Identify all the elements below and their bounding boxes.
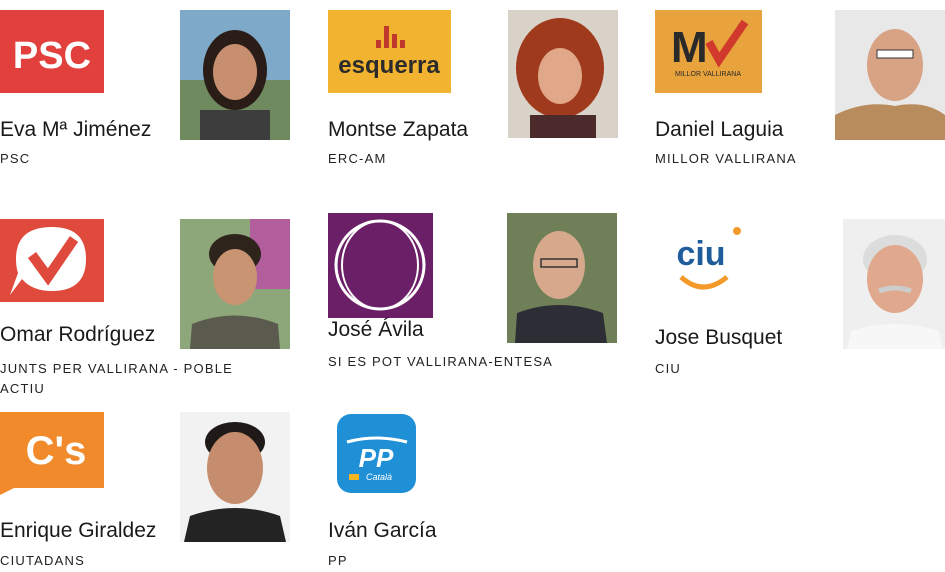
- psc-logo: PSC: [0, 10, 104, 93]
- candidate-party: JUNTS PER VALLIRANA - POBLE: [0, 361, 233, 376]
- candidate-photo: [835, 10, 945, 140]
- svg-text:C's: C's: [26, 429, 87, 473]
- candidate-party: CIU: [655, 361, 681, 376]
- svg-text:Català: Català: [366, 472, 392, 482]
- millor-vallirana-logo: M MILLOR VALLIRANA: [655, 10, 762, 93]
- candidate-photo: [508, 10, 618, 138]
- candidate-photo: [180, 10, 290, 140]
- erc-logo: esquerra: [328, 10, 451, 93]
- ciutadans-logo: C's: [0, 412, 104, 495]
- candidate-photo: [180, 412, 290, 542]
- candidate-party-continued: ACTIU: [0, 381, 45, 396]
- candidate-party: PP: [328, 553, 348, 568]
- candidate-photo: [843, 219, 945, 349]
- candidate-name: Omar Rodríguez: [0, 323, 156, 346]
- candidate-photo: [180, 219, 290, 349]
- candidate-name: Iván García: [328, 519, 437, 542]
- candidate-party: SI ES POT VALLIRANA-ENTESA: [328, 354, 554, 369]
- candidate-name: Jose Busquet: [655, 326, 783, 349]
- svg-text:PSC: PSC: [13, 35, 91, 77]
- ciu-smile-logo: ciu: [655, 219, 760, 302]
- svg-text:ciu: ciu: [676, 235, 725, 273]
- candidate-party: ERC-AM: [328, 151, 387, 166]
- candidate-party: CIUTADANS: [0, 553, 85, 568]
- candidate-party: MILLOR VALLIRANA: [655, 151, 797, 166]
- candidate-name: Enrique Giraldez: [0, 519, 157, 542]
- candidate-name: José Ávila: [328, 318, 424, 341]
- pp-logo: PP Català: [335, 412, 418, 495]
- svg-text:M: M: [671, 23, 708, 72]
- candidate-name: Eva Mª Jiménez: [0, 118, 152, 141]
- candidate-party: PSC: [0, 151, 31, 166]
- svg-text:esquerra: esquerra: [338, 52, 440, 79]
- candidate-photo: [507, 213, 617, 343]
- podem-circles-logo: [328, 213, 433, 318]
- candidate-name: Daniel Laguia: [655, 118, 784, 141]
- svg-text:PP: PP: [359, 443, 394, 473]
- candidate-name: Montse Zapata: [328, 118, 469, 141]
- svg-text:MILLOR VALLIRANA: MILLOR VALLIRANA: [675, 71, 741, 78]
- junts-checkmark-logo: [0, 219, 104, 302]
